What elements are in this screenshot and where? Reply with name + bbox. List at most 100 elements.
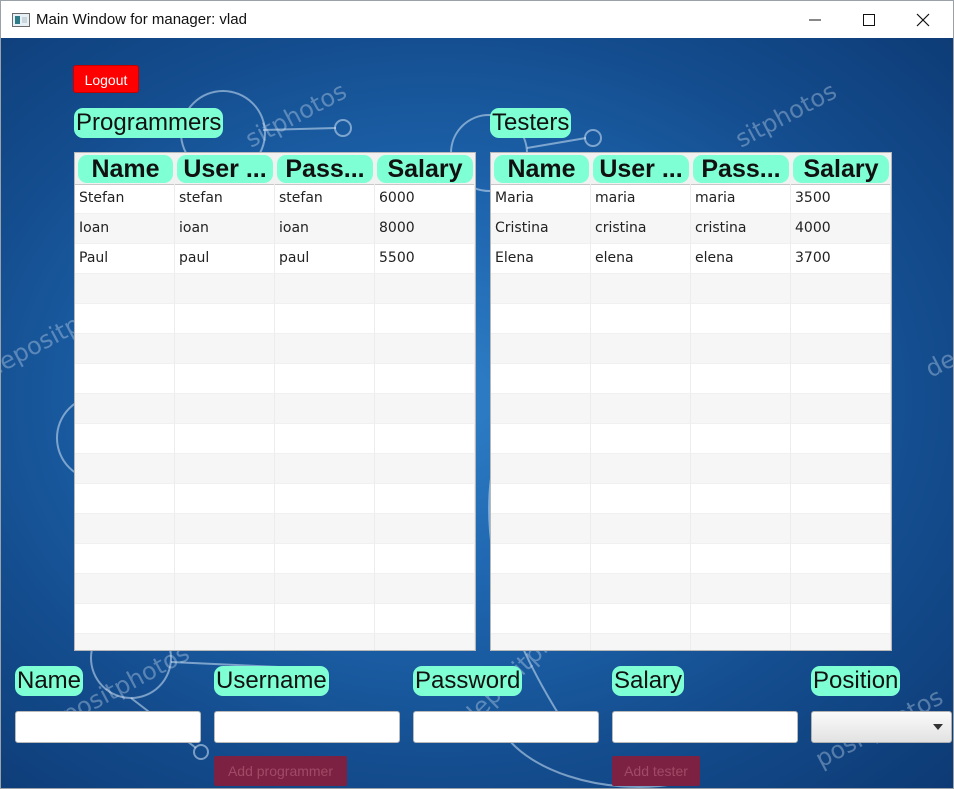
cell-salary: 6000 bbox=[375, 184, 475, 213]
table-row[interactable]: Paul paul paul 5500 bbox=[75, 244, 475, 274]
testers-table[interactable]: Name User ... Pass... Salary Maria maria… bbox=[490, 152, 892, 651]
password-label: Password bbox=[413, 666, 523, 696]
username-input[interactable] bbox=[214, 711, 400, 743]
programmers-table[interactable]: Name User ... Pass... Salary Stefan stef… bbox=[74, 152, 476, 651]
cell-password: ioan bbox=[275, 214, 375, 243]
chevron-down-icon bbox=[933, 724, 943, 730]
salary-input[interactable] bbox=[612, 711, 798, 743]
cell-name: Cristina bbox=[491, 214, 591, 243]
cell-password: paul bbox=[275, 244, 375, 273]
table-body: Stefan stefan stefan 6000 Ioan ioan ioan… bbox=[75, 184, 475, 650]
cell-salary: 8000 bbox=[375, 214, 475, 243]
cell-username: paul bbox=[175, 244, 275, 273]
empty-row bbox=[75, 334, 475, 364]
cell-password: cristina bbox=[691, 214, 791, 243]
cell-salary: 3700 bbox=[791, 244, 891, 273]
empty-row bbox=[491, 364, 891, 394]
cell-password: maria bbox=[691, 184, 791, 213]
empty-row bbox=[75, 514, 475, 544]
logout-button[interactable]: Logout bbox=[73, 65, 139, 93]
empty-row bbox=[75, 424, 475, 454]
table-row[interactable]: Maria maria maria 3500 bbox=[491, 184, 891, 214]
column-header-username[interactable]: User ... bbox=[177, 155, 273, 183]
table-header: Name User ... Pass... Salary bbox=[75, 153, 475, 185]
add-tester-button[interactable]: Add tester bbox=[612, 756, 700, 786]
empty-row bbox=[491, 544, 891, 574]
cell-password: stefan bbox=[275, 184, 375, 213]
maximize-icon bbox=[863, 14, 875, 26]
watermark-text: de bbox=[921, 344, 953, 383]
empty-row bbox=[491, 484, 891, 514]
cell-username: stefan bbox=[175, 184, 275, 213]
table-row[interactable]: Stefan stefan stefan 6000 bbox=[75, 184, 475, 214]
close-button[interactable] bbox=[900, 1, 946, 38]
empty-row bbox=[491, 574, 891, 604]
add-programmer-button[interactable]: Add programmer bbox=[214, 756, 347, 786]
app-icon bbox=[12, 13, 30, 27]
empty-row bbox=[75, 304, 475, 334]
column-header-salary[interactable]: Salary bbox=[793, 155, 889, 183]
empty-row bbox=[75, 454, 475, 484]
minimize-icon bbox=[809, 19, 821, 21]
column-header-password[interactable]: Pass... bbox=[693, 155, 789, 183]
empty-row bbox=[491, 304, 891, 334]
cell-name: Maria bbox=[491, 184, 591, 213]
cell-username: maria bbox=[591, 184, 691, 213]
empty-row bbox=[75, 634, 475, 650]
name-input[interactable] bbox=[15, 711, 201, 743]
cell-salary: 5500 bbox=[375, 244, 475, 273]
column-header-salary[interactable]: Salary bbox=[377, 155, 473, 183]
empty-row bbox=[491, 454, 891, 484]
empty-row bbox=[75, 394, 475, 424]
name-label: Name bbox=[15, 666, 84, 696]
empty-row bbox=[75, 364, 475, 394]
close-icon bbox=[916, 13, 930, 27]
empty-row bbox=[75, 544, 475, 574]
empty-row bbox=[75, 274, 475, 304]
position-label: Position bbox=[811, 666, 901, 696]
empty-row bbox=[491, 604, 891, 634]
cell-name: Stefan bbox=[75, 184, 175, 213]
table-body: Maria maria maria 3500 Cristina cristina… bbox=[491, 184, 891, 650]
column-header-name[interactable]: Name bbox=[494, 155, 589, 183]
cell-name: Elena bbox=[491, 244, 591, 273]
cell-username: ioan bbox=[175, 214, 275, 243]
empty-row bbox=[75, 604, 475, 634]
empty-row bbox=[75, 574, 475, 604]
column-header-password[interactable]: Pass... bbox=[277, 155, 373, 183]
testers-label: Testers bbox=[490, 108, 572, 138]
empty-row bbox=[491, 634, 891, 650]
username-label: Username bbox=[214, 666, 329, 696]
watermark-text: sitphotos bbox=[731, 77, 842, 154]
column-header-username[interactable]: User ... bbox=[593, 155, 689, 183]
cell-salary: 4000 bbox=[791, 214, 891, 243]
empty-row bbox=[491, 394, 891, 424]
cell-name: Paul bbox=[75, 244, 175, 273]
watermark-text: sitphotos bbox=[241, 77, 352, 154]
empty-row bbox=[491, 334, 891, 364]
maximize-button[interactable] bbox=[846, 1, 892, 38]
column-header-name[interactable]: Name bbox=[78, 155, 173, 183]
salary-label: Salary bbox=[612, 666, 685, 696]
table-row[interactable]: Elena elena elena 3700 bbox=[491, 244, 891, 274]
table-header: Name User ... Pass... Salary bbox=[491, 153, 891, 185]
cell-username: cristina bbox=[591, 214, 691, 243]
programmers-label: Programmers bbox=[74, 108, 224, 138]
empty-row bbox=[491, 274, 891, 304]
empty-row bbox=[491, 424, 891, 454]
password-input[interactable] bbox=[413, 711, 599, 743]
table-row[interactable]: Ioan ioan ioan 8000 bbox=[75, 214, 475, 244]
table-row[interactable]: Cristina cristina cristina 4000 bbox=[491, 214, 891, 244]
cell-password: elena bbox=[691, 244, 791, 273]
cell-username: elena bbox=[591, 244, 691, 273]
window-title: Main Window for manager: vlad bbox=[36, 11, 247, 28]
main-window: Main Window for manager: vlad sitphotos … bbox=[0, 0, 954, 789]
empty-row bbox=[75, 484, 475, 514]
position-select[interactable] bbox=[811, 711, 952, 743]
content-area: sitphotos sitphotos depositph de deposit… bbox=[1, 38, 953, 788]
cell-name: Ioan bbox=[75, 214, 175, 243]
empty-row bbox=[491, 514, 891, 544]
title-bar[interactable]: Main Window for manager: vlad bbox=[1, 1, 953, 38]
minimize-button[interactable] bbox=[792, 1, 838, 38]
cell-salary: 3500 bbox=[791, 184, 891, 213]
